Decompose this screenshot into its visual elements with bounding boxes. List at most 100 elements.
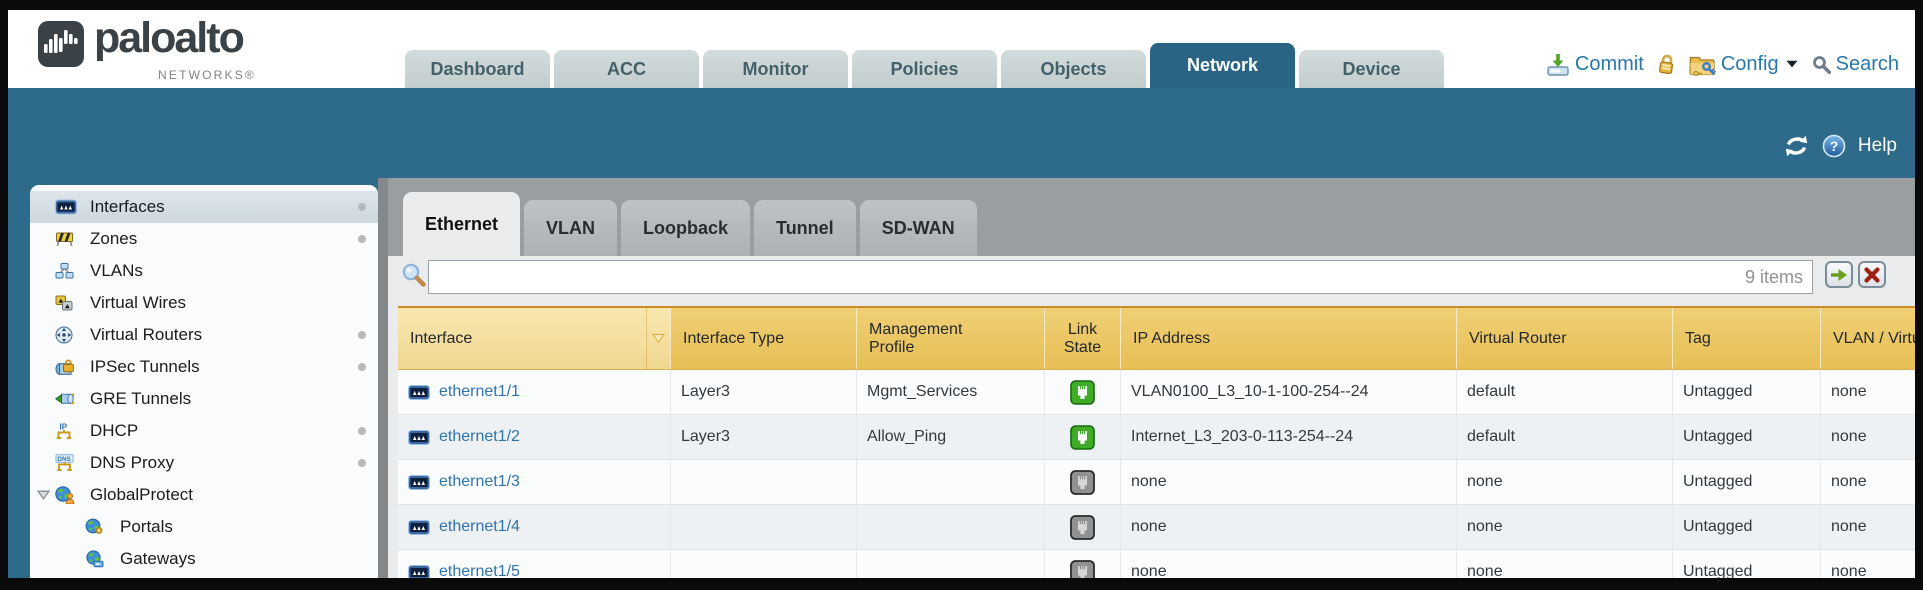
column-header-virtual-router[interactable]: Virtual Router — [1456, 308, 1672, 369]
search-button[interactable]: Search — [1836, 53, 1899, 76]
sidebar-item-ipsec-tunnels[interactable]: IPSec Tunnels — [30, 351, 378, 383]
table-header-row: Interface Interface Type Management Profil… — [398, 306, 1915, 370]
help-icon[interactable]: ? — [1822, 134, 1846, 158]
table-row[interactable]: ethernet1/3nonenoneUntaggednone — [398, 460, 1915, 505]
config-icon[interactable] — [1689, 53, 1716, 76]
expander-icon[interactable] — [37, 490, 50, 500]
cell-vlan-virtual-wire: none — [1820, 460, 1915, 504]
ipsec-tunnels-icon — [55, 359, 75, 375]
cell-interface: ethernet1/4 — [398, 505, 670, 549]
interface-link[interactable]: ethernet1/1 — [439, 383, 520, 401]
interfaces-icon — [408, 475, 430, 490]
cell-interface-type — [670, 505, 856, 549]
sidebar-item-portals[interactable]: Portals — [30, 511, 378, 543]
gateways-icon — [85, 551, 104, 568]
config-button[interactable]: Config — [1721, 53, 1779, 76]
table-row[interactable]: ethernet1/1Layer3Mgmt_ServicesVLAN0100_L… — [398, 370, 1915, 415]
column-header-interface-type[interactable]: Interface Type — [670, 308, 856, 369]
subtab-tunnel[interactable]: Tunnel — [754, 200, 856, 256]
table-row[interactable]: ethernet1/2Layer3Allow_PingInternet_L3_2… — [398, 415, 1915, 460]
column-header-label: Virtual Router — [1469, 330, 1567, 348]
cell-link-state — [1044, 370, 1120, 414]
subtab-ethernet[interactable]: Ethernet — [403, 192, 520, 256]
column-header-tag[interactable]: Tag — [1672, 308, 1820, 369]
lock-icon[interactable] — [1656, 52, 1676, 75]
sidebar-item-vlans[interactable]: VLANs — [30, 255, 378, 287]
column-header-interface[interactable]: Interface — [398, 308, 646, 369]
cell-link-state — [1044, 505, 1120, 549]
tab-acc[interactable]: ACC — [554, 50, 699, 88]
sidebar-item-label: DNS Proxy — [90, 453, 174, 473]
virtual-routers-icon — [55, 326, 73, 344]
tab-network[interactable]: Network — [1150, 43, 1295, 88]
interface-link[interactable]: ethernet1/3 — [439, 473, 520, 491]
link-down-icon — [1070, 560, 1095, 579]
app-window: paloalto NETWORKS® DashboardACCMonitorPo… — [0, 0, 1923, 590]
cell-interface: ethernet1/2 — [398, 415, 670, 459]
commit-icon[interactable] — [1546, 53, 1570, 76]
cell-ip-address: none — [1120, 460, 1456, 504]
tab-device[interactable]: Device — [1299, 50, 1444, 88]
clear-filter-button[interactable] — [1858, 261, 1886, 288]
sidebar-item-label: Gateways — [120, 549, 196, 569]
tab-dashboard[interactable]: Dashboard — [405, 50, 550, 88]
chevron-down-icon[interactable] — [1786, 60, 1798, 68]
sidebar-item-dns-proxy[interactable]: DNSDNS Proxy — [30, 447, 378, 479]
sidebar-item-dhcp[interactable]: IPDHCP — [30, 415, 378, 447]
sidebar-item-label: Interfaces — [90, 197, 165, 217]
help-link[interactable]: Help — [1858, 135, 1897, 157]
tab-monitor[interactable]: Monitor — [703, 50, 848, 88]
cell-management-profile: Mgmt_Services — [856, 370, 1044, 414]
interface-link[interactable]: ethernet1/5 — [439, 563, 520, 578]
cell-virtual-router: none — [1456, 505, 1672, 549]
sidebar-item-zones[interactable]: Zones — [30, 223, 378, 255]
sidebar-item-virtual-routers[interactable]: Virtual Routers — [30, 319, 378, 351]
cell-tag: Untagged — [1672, 505, 1820, 549]
search-icon[interactable] — [1812, 55, 1831, 74]
primary-nav: DashboardACCMonitorPoliciesObjectsNetwor… — [405, 43, 1444, 88]
cell-management-profile — [856, 460, 1044, 504]
column-header-label: Interface Type — [683, 330, 784, 348]
refresh-icon[interactable] — [1783, 135, 1810, 157]
link-down-icon — [1070, 470, 1095, 495]
sidebar-item-gateways[interactable]: Gateways — [30, 543, 378, 575]
sidebar-item-gre-tunnels[interactable]: GRE Tunnels — [30, 383, 378, 415]
subtab-vlan[interactable]: VLAN — [524, 200, 617, 256]
cell-tag: Untagged — [1672, 460, 1820, 504]
commit-button[interactable]: Commit — [1575, 53, 1644, 76]
table-row[interactable]: ethernet1/4nonenoneUntaggednone — [398, 505, 1915, 550]
sidebar-item-interfaces[interactable]: Interfaces — [30, 191, 378, 223]
cell-ip-address: none — [1120, 505, 1456, 549]
sidebar-item-partial[interactable] — [30, 575, 378, 578]
cell-virtual-router: none — [1456, 460, 1672, 504]
cell-tag: Untagged — [1672, 415, 1820, 459]
column-header-label: Interface — [410, 330, 472, 348]
column-header-link-state[interactable]: Link State — [1044, 308, 1120, 369]
tab-objects[interactable]: Objects — [1001, 50, 1146, 88]
header-actions: Commit Config Search — [1546, 46, 1899, 82]
sidebar-item-virtual-wires[interactable]: Virtual Wires — [30, 287, 378, 319]
secondary-nav: EthernetVLANLoopbackTunnelSD-WAN — [403, 192, 977, 256]
filter-input[interactable] — [428, 260, 1813, 294]
column-header-label: IP Address — [1133, 330, 1210, 348]
subtab-sd-wan[interactable]: SD-WAN — [860, 200, 977, 256]
subtab-loopback[interactable]: Loopback — [621, 200, 750, 256]
cell-virtual-router: default — [1456, 415, 1672, 459]
interface-link[interactable]: ethernet1/2 — [439, 428, 520, 446]
column-header-ip-address[interactable]: IP Address — [1120, 308, 1456, 369]
item-dot — [358, 363, 366, 371]
sidebar-item-globalprotect[interactable]: GlobalProtect — [30, 479, 378, 511]
sort-dropdown-cell[interactable] — [646, 308, 670, 369]
cell-virtual-router: none — [1456, 550, 1672, 578]
column-header-management-profile[interactable]: Management Profile — [856, 308, 1044, 369]
tab-policies[interactable]: Policies — [852, 50, 997, 88]
interface-link[interactable]: ethernet1/4 — [439, 518, 520, 536]
sidebar-item-label: Zones — [90, 229, 137, 249]
column-header-vlan-virtual-wire[interactable]: VLAN / Virtual Wire — [1820, 308, 1915, 369]
interfaces-icon — [408, 385, 430, 400]
table-row[interactable]: ethernet1/5nonenoneUntaggednone — [398, 550, 1915, 578]
apply-filter-button[interactable] — [1825, 261, 1853, 288]
sort-dropdown-icon[interactable] — [652, 333, 665, 344]
pane-divider[interactable] — [378, 178, 388, 578]
vlans-icon — [55, 263, 74, 280]
